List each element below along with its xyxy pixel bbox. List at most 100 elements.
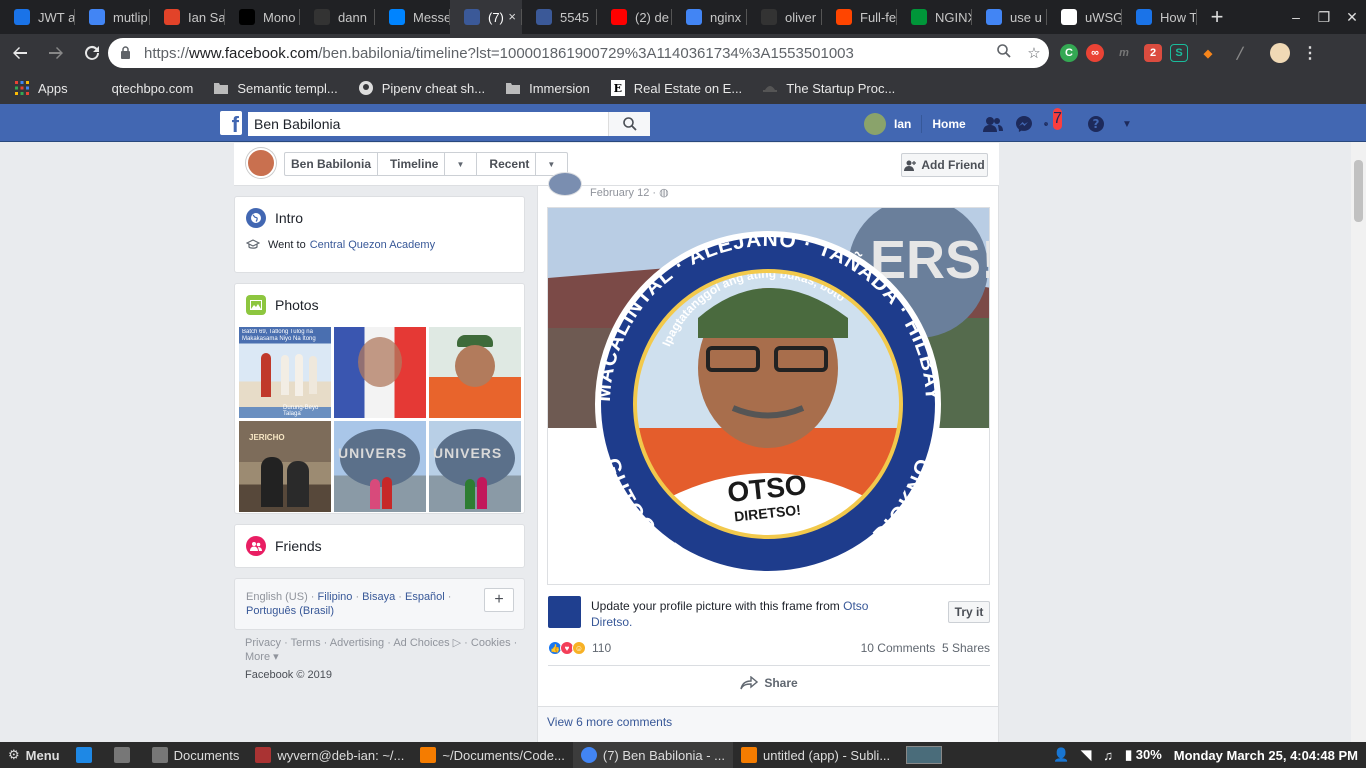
bookmark-item[interactable]: Semantic templ... <box>213 80 338 96</box>
address-bar[interactable]: https://www.facebook.com/ben.babilonia/t… <box>108 38 1049 68</box>
grammarly-extension-icon[interactable]: C <box>1060 44 1078 62</box>
photo-thumbnail[interactable]: Batch 69, Tatlong Tulog na Makakasama Ni… <box>239 327 331 418</box>
photo-thumbnail[interactable]: UNIVERS <box>429 421 521 512</box>
browser-tab[interactable]: (7) × <box>450 0 522 34</box>
restore-button[interactable]: ❐ <box>1310 0 1338 34</box>
browser-tab[interactable]: nginx <box>672 0 747 34</box>
profile-avatar-icon[interactable] <box>1270 43 1290 63</box>
profile-name-link[interactable]: Ben Babilonia <box>285 153 379 175</box>
more-languages-button[interactable]: + <box>484 588 514 612</box>
browser-tab[interactable]: use u <box>972 0 1047 34</box>
reaction-icons[interactable]: 👍 ♥ ☺ 110 <box>548 641 611 655</box>
taskbar-item[interactable]: ~/Documents/Code... <box>412 742 572 768</box>
language-link[interactable]: Português (Brasil) <box>246 605 334 617</box>
zoom-search-icon[interactable] <box>989 44 1019 62</box>
m-extension-icon[interactable]: m <box>1112 41 1136 65</box>
scrollbar-thumb[interactable] <box>1354 160 1363 222</box>
bookmark-item[interactable]: Apps <box>14 80 68 96</box>
help-icon[interactable]: ? <box>1085 113 1107 135</box>
metamask-extension-icon[interactable]: ◆ <box>1196 41 1220 65</box>
bookmark-item[interactable]: Pipenv cheat sh... <box>358 80 485 96</box>
profile-avatar[interactable] <box>246 148 276 178</box>
todoist-extension-icon[interactable]: 2 <box>1144 44 1162 62</box>
bookmark-item[interactable]: E Real Estate on E... <box>610 80 742 96</box>
account-caret-icon[interactable]: ▼ <box>1116 113 1138 135</box>
shares-count-link[interactable]: 5 Shares <box>942 641 990 655</box>
battery-indicator[interactable]: ▮ 30% <box>1125 747 1162 763</box>
home-link[interactable]: Home <box>932 117 965 131</box>
workspace-switcher[interactable] <box>898 742 950 768</box>
language-link[interactable]: Español <box>405 591 445 603</box>
bookmark-item[interactable]: qtechbpo.com <box>88 80 194 96</box>
messenger-icon[interactable] <box>1013 113 1035 135</box>
language-link[interactable]: Filipino <box>318 591 353 603</box>
reload-button[interactable] <box>76 37 108 69</box>
photo-thumbnail[interactable] <box>429 327 521 418</box>
search-button[interactable] <box>608 112 650 136</box>
taskbar-item[interactable]: Documents <box>144 742 248 768</box>
clock[interactable]: Monday March 25, 4:04:48 PM <box>1174 748 1358 763</box>
add-friend-button[interactable]: Add Friend <box>901 153 988 177</box>
browser-tab[interactable]: oliver <box>747 0 822 34</box>
eyedropper-extension-icon[interactable]: ╱ <box>1228 41 1252 65</box>
s-extension-icon[interactable]: S <box>1170 44 1188 62</box>
post-image[interactable]: ERS! MACALINTAL · ALEJANO · TAÑADA · HIL… <box>547 207 990 585</box>
kebab-menu-icon[interactable]: ⋮ <box>1298 41 1322 65</box>
browser-tab[interactable]: 5545 <box>522 0 597 34</box>
browser-tab[interactable]: (2) de <box>597 0 672 34</box>
comments-count-link[interactable]: 10 Comments <box>861 641 936 655</box>
post-date[interactable]: February 12 · ◍ <box>590 186 669 199</box>
forward-button[interactable] <box>40 37 72 69</box>
bookmark-star-icon[interactable]: ☆ <box>1019 44 1049 62</box>
language-link[interactable]: Bisaya <box>362 591 395 603</box>
minimize-button[interactable]: – <box>1282 0 1310 34</box>
friends-title[interactable]: Friends <box>275 538 322 554</box>
back-button[interactable] <box>4 37 36 69</box>
browser-tab[interactable]: Full-fe <box>822 0 897 34</box>
user-avatar[interactable] <box>864 113 886 135</box>
try-it-button[interactable]: Try it <box>948 601 990 623</box>
taskbar-item[interactable]: (7) Ben Babilonia - ... <box>572 742 733 768</box>
frame-thumbnail[interactable] <box>548 596 581 628</box>
show-desktop-button[interactable] <box>68 742 106 768</box>
taskbar-item[interactable]: wyvern@deb-ian: ~/... <box>247 742 412 768</box>
school-link[interactable]: Central Quezon Academy <box>310 239 435 251</box>
user-name-link[interactable]: Ian <box>894 117 911 131</box>
browser-tab[interactable]: Mono <box>225 0 300 34</box>
page-scrollbar[interactable] <box>1351 142 1366 742</box>
new-tab-button[interactable]: + <box>1197 0 1237 34</box>
browser-tab[interactable]: JWT a <box>0 0 75 34</box>
timeline-tab[interactable]: Timeline ▼ <box>378 153 478 175</box>
post-author-avatar[interactable] <box>548 172 582 196</box>
close-tab-icon[interactable]: × <box>508 9 516 24</box>
user-icon[interactable]: 👤 <box>1053 747 1069 763</box>
volume-icon[interactable]: ♫ <box>1103 748 1113 763</box>
browser-tab[interactable]: dann <box>300 0 375 34</box>
photo-thumbnail[interactable]: UNIVERS <box>334 421 426 512</box>
search-input[interactable] <box>248 112 606 136</box>
browser-tab[interactable]: mutlip <box>75 0 150 34</box>
start-menu-button[interactable]: ⚙ Menu <box>0 742 68 768</box>
friend-requests-icon[interactable] <box>982 113 1004 135</box>
wifi-icon[interactable]: ◥ <box>1081 747 1091 763</box>
browser-tab[interactable]: uWSG <box>1047 0 1122 34</box>
notifications-globe-icon[interactable]: 7 <box>1044 108 1066 135</box>
browser-tab[interactable]: How T <box>1122 0 1197 34</box>
photos-title[interactable]: Photos <box>275 297 319 313</box>
file-manager-launcher[interactable] <box>106 742 144 768</box>
browser-tab[interactable]: Messe <box>375 0 450 34</box>
browser-tab[interactable]: NGINX <box>897 0 972 34</box>
browser-tab[interactable]: Ian Sa <box>150 0 225 34</box>
close-window-button[interactable]: ✕ <box>1338 0 1366 34</box>
facebook-logo-icon[interactable]: f <box>220 111 242 136</box>
recent-tab[interactable]: Recent ▼ <box>477 153 567 175</box>
photo-thumbnail[interactable] <box>334 327 426 418</box>
bookmark-item[interactable]: Immersion <box>505 80 590 96</box>
share-button[interactable]: Share <box>548 665 990 699</box>
view-more-comments-link[interactable]: View 6 more comments <box>547 715 672 729</box>
infinity-extension-icon[interactable]: ∞ <box>1086 44 1104 62</box>
photo-thumbnail[interactable]: JERICHO <box>239 421 331 512</box>
bookmark-item[interactable]: The Startup Proc... <box>762 80 895 96</box>
taskbar-item[interactable]: untitled (app) - Subli... <box>733 742 898 768</box>
footer-links[interactable]: Privacy · Terms · Advertising · Ad Choic… <box>245 636 525 664</box>
